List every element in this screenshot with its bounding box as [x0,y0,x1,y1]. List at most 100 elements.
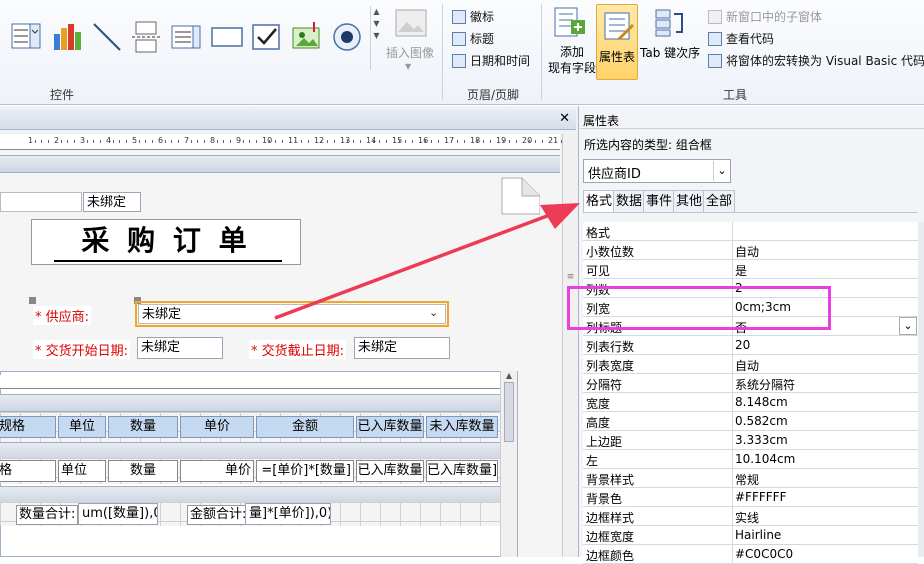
chevron-down-icon[interactable]: ⌄ [899,317,917,335]
start-date-label[interactable]: * 交货开始日期: [33,340,131,359]
ruler-tick [268,140,270,143]
amount-total-label[interactable]: 金额合计: [187,505,250,525]
title-box[interactable]: 采 购 订 单 [31,219,301,265]
ruler-tick [177,140,179,143]
page-break-icon[interactable] [130,20,164,54]
scroll-thumb[interactable] [504,382,514,442]
tab-order-button[interactable]: Tab 键次序 [640,44,700,61]
tab-other[interactable]: 其他 [673,190,706,212]
detail-unit[interactable]: 单位 [58,460,106,482]
col-header-spec[interactable]: 规格 [0,416,56,438]
detail-price[interactable]: 单价 [180,460,254,482]
property-row[interactable]: 上边距 3.333cm [583,431,918,450]
ruler-tick [67,140,68,143]
view-code-button[interactable]: 查看代码 [708,30,774,47]
ruler-tick-label: 18 [470,136,481,145]
property-row[interactable]: 宽度 8.148cm [583,393,918,412]
col-header-received[interactable]: 已入库数量 [356,416,424,438]
col-header-pending[interactable]: 未入库数量 [426,416,498,438]
tab-event[interactable]: 事件 [643,190,676,212]
qty-total-field[interactable]: um([数量]),0) [78,503,158,525]
col-header-price[interactable]: 单价 [180,416,254,438]
calendar-icon [452,53,466,68]
close-icon[interactable]: ✕ [559,111,570,126]
unbound-top-field[interactable]: 未绑定 [83,192,141,212]
ruler-tick [93,140,94,143]
detail-amount[interactable]: =[单价]*[数量] [256,460,354,482]
checkbox-icon[interactable] [250,20,284,54]
detail-pending[interactable]: 已入库数量] [426,460,498,482]
control-selector[interactable]: 供应商ID ⌄ [583,159,731,183]
chevron-down-icon[interactable]: ⌄ [713,161,730,181]
col-header-unit[interactable]: 单位 [58,416,106,438]
title-button[interactable]: 标题 [452,30,494,47]
property-row[interactable]: 列表行数 20 [583,336,918,355]
header-footer-group-label: 页眉/页脚 [466,88,520,102]
insert-image-button[interactable]: 插入图像 [386,44,434,61]
scroll-up-icon[interactable]: ▲ [501,371,517,380]
property-scrollbar[interactable] [918,222,924,557]
convert-macros-button[interactable]: 将窗体的宏转换为 Visual Basic 代码 [708,52,924,69]
property-row[interactable]: 可见是 [583,260,918,279]
subform-scrollbar[interactable]: ▲ [500,371,517,557]
property-row[interactable]: 边框颜色 #C0C0C0 [583,545,918,564]
property-row[interactable]: 格式 [583,222,918,241]
col-header-qty[interactable]: 数量 [108,416,178,438]
ruler-tick-label: 4 [106,136,112,145]
supplier-label[interactable]: * 供应商: [33,306,92,325]
list-box-icon[interactable] [170,20,204,54]
ruler-tick [437,140,439,143]
tab-all[interactable]: 全部 [703,190,736,212]
property-row[interactable]: 边框宽度 Hairline [583,526,918,545]
ruler-tick [483,140,484,143]
line-icon[interactable] [90,20,124,54]
combo-box-icon[interactable] [10,20,44,54]
ruler-tick-label: 10 [262,136,273,145]
move-handle[interactable] [29,297,36,304]
attachment-icon[interactable] [290,20,324,54]
property-row[interactable]: 列表宽度 自动 [583,355,918,374]
unbound-left-field[interactable] [0,192,82,212]
date-time-button[interactable]: 日期和时间 [452,52,530,69]
qty-total-label[interactable]: 数量合计: [16,505,79,525]
subform-header-bar[interactable] [0,394,500,412]
col-header-amount[interactable]: 金额 [256,416,354,438]
tab-order-icon[interactable] [652,8,686,38]
insert-image-dropdown-icon[interactable]: ▼ [405,62,411,71]
detail-qty[interactable]: 数量 [108,460,178,482]
property-sheet-button[interactable]: 属性表 [596,4,638,80]
rectangle-icon[interactable] [210,20,244,54]
design-titlebar: ✕ [0,110,576,130]
property-row[interactable]: 背景色 #FFFFFF [583,488,918,507]
end-date-label[interactable]: * 交货截止日期: [249,340,347,359]
ruler-tick [450,140,452,143]
add-existing-fields-button[interactable]: 添加 现有字段 [548,44,596,76]
detail-spec[interactable]: 格 [0,460,56,482]
property-row[interactable]: 高度 0.582cm [583,412,918,431]
property-row[interactable]: 小数位数 自动 [583,241,918,260]
gallery-scroll[interactable]: ▲ ▼ ▼ [370,6,382,70]
tab-data[interactable]: 数据 [613,190,646,212]
add-field-icon[interactable] [551,6,587,40]
ruler-tick [463,140,465,143]
tools-group-label: 工具 [722,88,747,102]
property-row[interactable]: 背景样式 常规 [583,469,918,488]
ruler-tick [489,140,491,143]
ruler-tick-label: 16 [418,136,429,145]
amount-total-field[interactable]: 量]*[单价]),0) [245,503,331,525]
option-button-icon[interactable] [330,20,364,54]
start-date-field[interactable]: 未绑定 [137,337,223,359]
property-row[interactable]: 边框样式 实线 [583,507,918,526]
property-row[interactable]: 分隔符 系统分隔符 [583,374,918,393]
ruler-tick [281,140,283,143]
end-date-field[interactable]: 未绑定 [354,337,450,359]
detail-received[interactable]: 已入库数量 [356,460,424,482]
ruler-tick [171,140,172,143]
property-row[interactable]: 左 10.104cm [583,450,918,469]
subform-new-window-button[interactable]: 新窗口中的子窗体 [708,8,822,25]
logo-button[interactable]: 徽标 [452,8,494,25]
chart-icon[interactable] [50,20,84,54]
image-icon[interactable] [394,8,428,38]
ruler-tick-label: 1 [28,136,34,145]
form-header-bar[interactable] [0,155,560,173]
